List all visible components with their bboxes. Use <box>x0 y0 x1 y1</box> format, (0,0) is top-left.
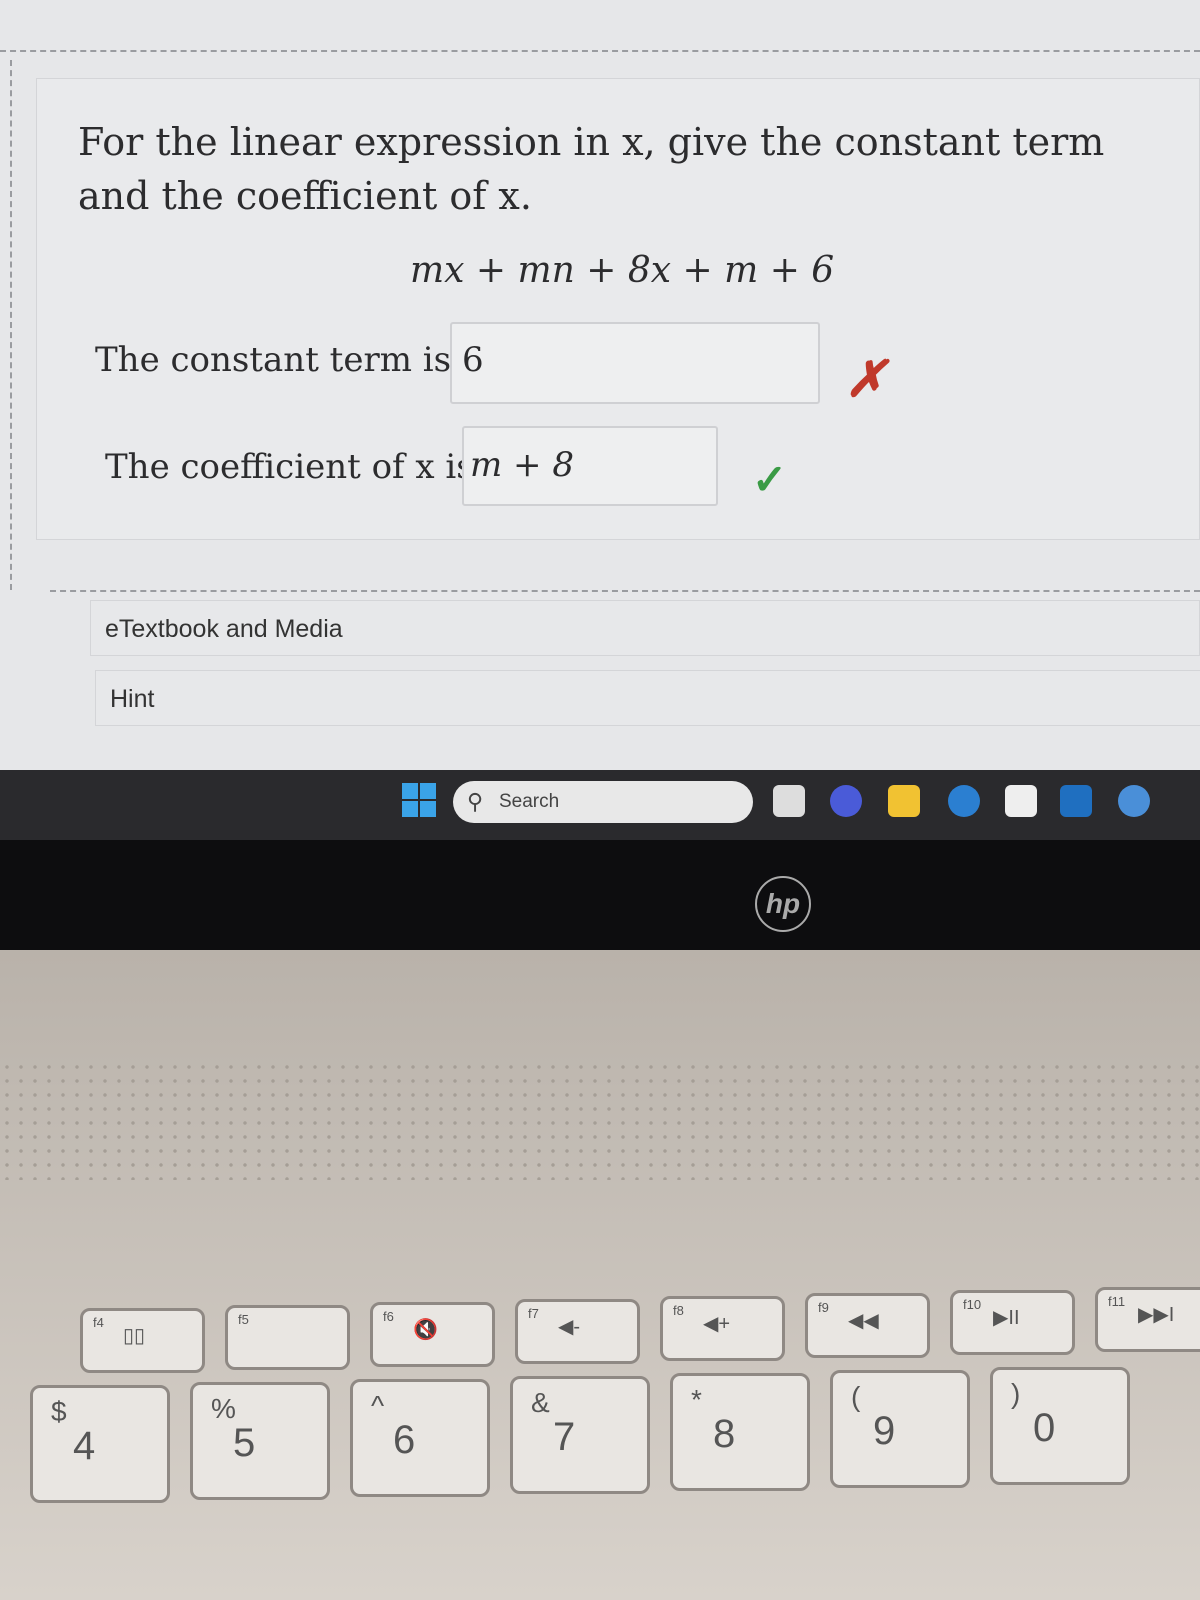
search-icon: ⚲ <box>467 789 484 814</box>
key-9[interactable]: (9 <box>830 1370 970 1488</box>
key-shift-symbol: ) <box>1011 1378 1021 1409</box>
key-function-icon: ◀◀ <box>848 1310 879 1332</box>
taskbar-search[interactable]: ⚲ Search <box>453 781 753 823</box>
key-number: 6 <box>393 1418 416 1462</box>
key-number: 8 <box>713 1412 736 1456</box>
key-shift-symbol: ^ <box>371 1390 385 1421</box>
divider <box>50 590 1200 592</box>
file-explorer-icon[interactable] <box>888 785 920 817</box>
key-f6[interactable]: f6 🔇 <box>370 1302 495 1367</box>
divider <box>0 50 1200 52</box>
key-function-icon: ▶II <box>993 1307 1020 1329</box>
edge-icon[interactable] <box>948 785 980 817</box>
key-label: f6 <box>383 1309 394 1324</box>
key-number: 7 <box>553 1415 576 1459</box>
key-function-icon: ▯▯ <box>123 1325 146 1347</box>
key-f5[interactable]: f5 <box>225 1305 350 1370</box>
constant-label: The constant term is <box>95 340 452 380</box>
key-shift-symbol: & <box>531 1387 550 1418</box>
key-number: 5 <box>233 1421 256 1465</box>
key-f10[interactable]: f10 ▶II <box>950 1290 1075 1355</box>
key-label: f5 <box>238 1312 249 1327</box>
task-view-icon[interactable] <box>773 785 805 817</box>
windows-start-icon[interactable] <box>402 783 436 817</box>
speaker-grille <box>0 1060 1200 1180</box>
key-f4[interactable]: f4 ▯▯ <box>80 1308 205 1373</box>
key-label: f7 <box>528 1306 539 1321</box>
hp-logo: hp <box>755 876 811 932</box>
search-placeholder: Search <box>499 791 560 812</box>
key-function-icon: ◀+ <box>703 1313 731 1335</box>
key-f8[interactable]: f8 ◀+ <box>660 1296 785 1361</box>
key-shift-symbol: ( <box>851 1381 861 1412</box>
constant-input[interactable] <box>450 322 820 404</box>
store-icon[interactable] <box>1005 785 1037 817</box>
help-icon[interactable] <box>1118 785 1150 817</box>
correct-icon: ✓ <box>752 456 788 503</box>
etextbook-link[interactable]: eTextbook and Media <box>90 600 1200 656</box>
key-f11[interactable]: f11 ▶▶I <box>1095 1287 1200 1352</box>
teams-meet-icon[interactable] <box>830 785 862 817</box>
screen: For the linear expression in x, give the… <box>0 0 1200 840</box>
expression: mx + mn + 8x + m + 6 <box>410 250 835 291</box>
key-number: 4 <box>73 1424 96 1468</box>
key-number: 9 <box>873 1409 896 1453</box>
incorrect-icon: ✗ <box>845 351 887 407</box>
key-shift-symbol: * <box>691 1384 702 1415</box>
key-7[interactable]: & 7 <box>510 1376 650 1494</box>
key-8[interactable]: * 8 <box>670 1373 810 1491</box>
key-label: f11 <box>1108 1294 1126 1309</box>
key-5[interactable]: % 5 <box>190 1382 330 1500</box>
coefficient-label: The coefficient of x is <box>105 447 474 487</box>
key-function-icon: ◀- <box>558 1316 581 1338</box>
keyboard-deck <box>0 950 1200 1600</box>
key-label: f10 <box>963 1297 982 1312</box>
coefficient-value: m + 8 <box>470 445 574 485</box>
constant-value: 6 <box>462 340 484 380</box>
key-label: f9 <box>818 1300 829 1315</box>
key-label: f8 <box>673 1303 684 1318</box>
key-4[interactable]: $4 <box>30 1385 170 1503</box>
myhp-icon[interactable] <box>1060 785 1092 817</box>
screen-bezel <box>0 840 1200 950</box>
key-f7[interactable]: f7 ◀- <box>515 1299 640 1364</box>
key-f9[interactable]: f9 ◀◀ <box>805 1293 930 1358</box>
divider <box>10 60 12 590</box>
key-0[interactable]: ) 0 <box>990 1367 1130 1485</box>
key-number: 0 <box>1033 1406 1056 1450</box>
key-shift-symbol: $ <box>51 1396 67 1427</box>
hint-link[interactable]: Hint <box>95 670 1200 726</box>
key-6[interactable]: ^ 6 <box>350 1379 490 1497</box>
key-function-icon: ▶▶I <box>1138 1304 1175 1326</box>
question-prompt: For the linear expression in x, give the… <box>78 120 1105 218</box>
key-label: f4 <box>93 1315 104 1330</box>
key-function-icon: 🔇 <box>413 1319 438 1341</box>
